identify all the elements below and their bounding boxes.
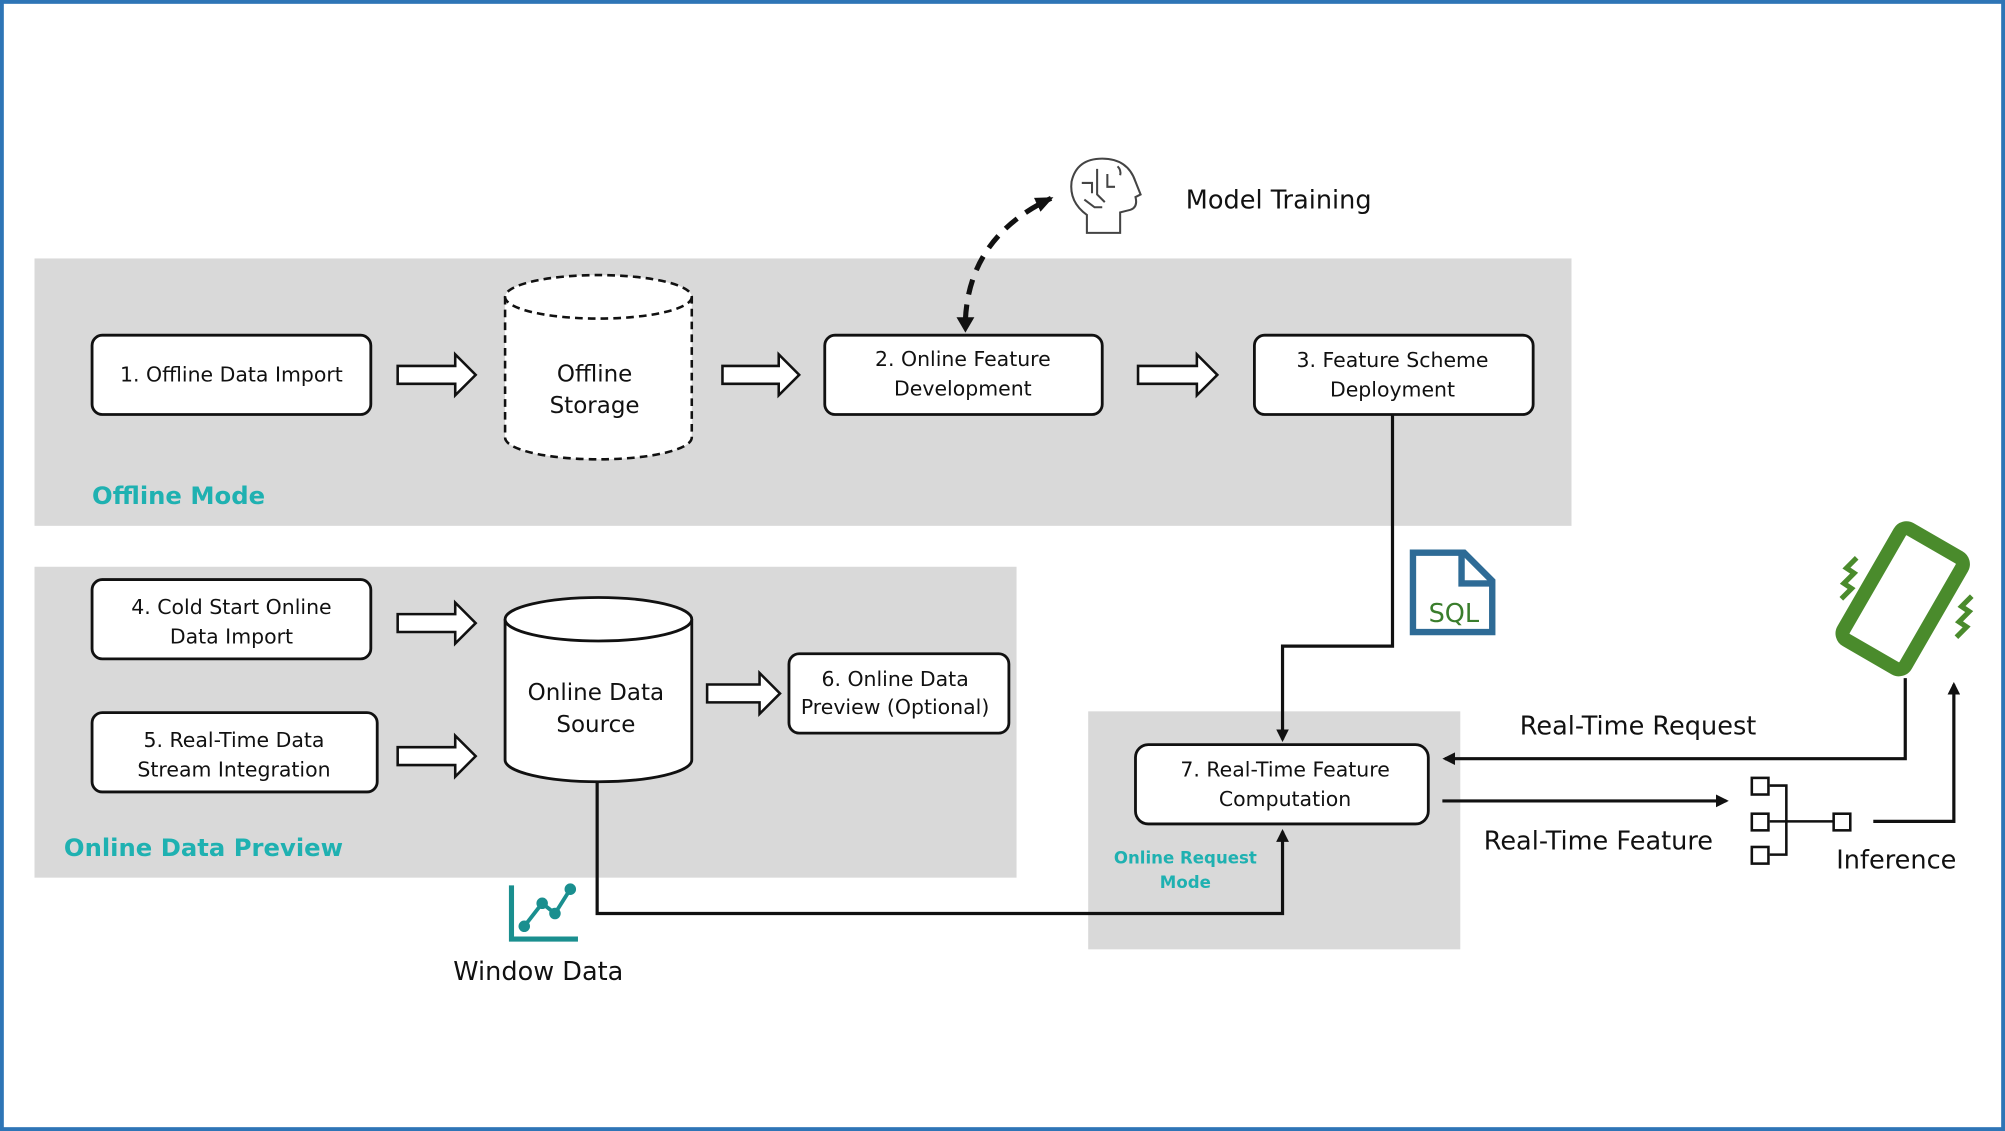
svg-text:Online Data: Online Data	[528, 680, 664, 706]
sql-file-icon: SQL	[1409, 549, 1496, 636]
svg-text:Computation: Computation	[1219, 787, 1351, 811]
offline-mode-label: Offline Mode	[92, 481, 265, 510]
step-4-cold-start-online-data-import[interactable]: 4. Cold Start Online Data Import	[90, 578, 373, 661]
step-1-offline-data-import[interactable]: 1. Offline Data Import	[90, 333, 373, 416]
vibration-icon	[1954, 594, 1974, 639]
step-7-real-time-feature-computation[interactable]: 7. Real-Time Feature Computation	[1134, 743, 1430, 826]
svg-text:Stream Integration: Stream Integration	[137, 758, 330, 782]
inference-label: Inference	[1836, 846, 1956, 876]
real-time-feature-label: Real-Time Feature	[1484, 827, 1713, 857]
svg-text:5. Real-Time Data: 5. Real-Time Data	[144, 728, 325, 752]
svg-text:Data Import: Data Import	[170, 625, 293, 649]
model-training-label: Model Training	[1186, 186, 1372, 216]
step-6-online-data-preview[interactable]: 6. Online Data Preview (Optional)	[787, 652, 1011, 735]
step-5-real-time-data-stream-integration[interactable]: 5. Real-Time Data Stream Integration	[90, 711, 379, 794]
frame-border	[0, 0, 2005, 1131]
online-data-source-cylinder[interactable]: Online Data Source	[503, 596, 694, 784]
real-time-request-label: Real-Time Request	[1520, 711, 1757, 741]
svg-text:6. Online Data: 6. Online Data	[821, 667, 968, 691]
brain-icon	[1070, 157, 1142, 234]
step-3-feature-scheme-deployment[interactable]: 3. Feature Scheme Deployment	[1252, 333, 1535, 416]
online-data-preview-label: Online Data Preview	[64, 833, 343, 862]
svg-text:Source: Source	[556, 712, 635, 738]
offline-storage-cylinder[interactable]: Offline Storage	[503, 273, 694, 461]
inference-arrow	[1873, 681, 1961, 823]
svg-text:2. Online Feature: 2. Online Feature	[875, 347, 1051, 371]
svg-text:1. Offline Data Import: 1. Offline Data Import	[120, 362, 343, 386]
svg-text:4. Cold Start Online: 4. Cold Start Online	[131, 595, 331, 619]
svg-text:SQL: SQL	[1429, 599, 1480, 629]
architecture-diagram: Offline Mode Online Data Preview Online …	[0, 0, 2005, 1131]
svg-text:Storage: Storage	[550, 393, 640, 419]
phone-icon	[1835, 521, 1970, 677]
svg-text:7. Real-Time Feature: 7. Real-Time Feature	[1180, 758, 1389, 782]
svg-text:Development: Development	[894, 376, 1032, 400]
svg-text:Offline: Offline	[557, 361, 632, 387]
svg-text:Preview (Optional): Preview (Optional)	[801, 695, 990, 719]
svg-text:3. Feature Scheme: 3. Feature Scheme	[1296, 348, 1488, 372]
window-data-label: Window Data	[453, 957, 623, 987]
svg-text:Deployment: Deployment	[1330, 378, 1455, 402]
line-chart-icon	[508, 883, 578, 942]
step-2-online-feature-development[interactable]: 2. Online Feature Development	[823, 333, 1104, 416]
vibration-icon	[1839, 556, 1859, 601]
